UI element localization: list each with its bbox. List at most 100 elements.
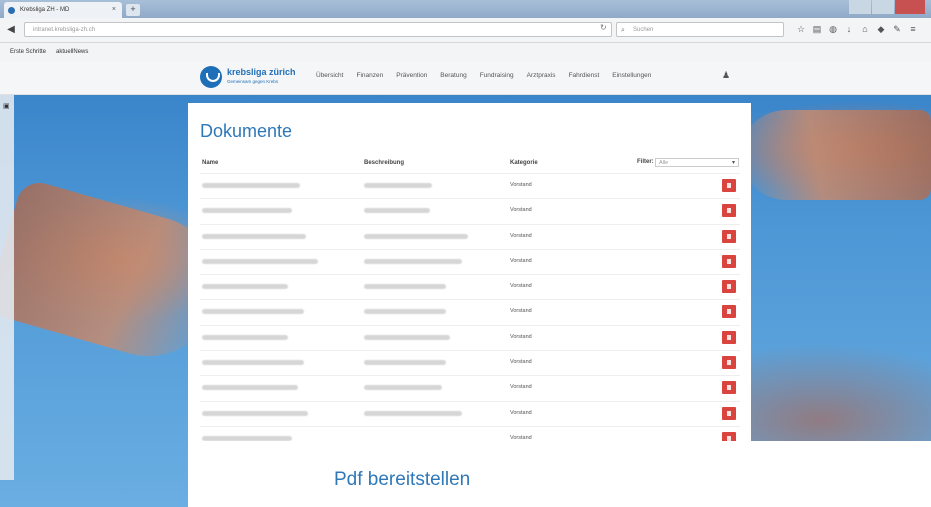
delete-button[interactable] [722,406,736,420]
browser-search-input[interactable]: ⌕ Suchen [616,22,784,37]
delete-button[interactable] [722,330,736,344]
maximize-button[interactable] [872,0,894,14]
table-row: Vorstand [200,198,740,223]
delete-button[interactable] [722,280,736,294]
reading-list-icon[interactable]: ▤ [812,22,822,36]
cell-name-blurred[interactable] [202,385,298,391]
delete-button[interactable] [722,356,736,370]
filter-label: Filter: [637,159,654,165]
new-tab-button[interactable]: + [126,4,140,16]
krebsliga-logo-icon[interactable] [200,66,222,88]
minimize-button[interactable] [849,0,871,14]
table-row: Vorstand [200,274,740,299]
table-row: Vorstand [200,324,740,350]
tab-close-icon[interactable]: × [112,6,116,13]
table-row: Vorstand [200,400,740,426]
delete-button[interactable] [722,229,736,243]
menu-icon[interactable]: ≡ [908,22,918,36]
cell-kategorie: Vorstand [510,257,532,264]
browser-navbar: ◀ intranet.krebsliga-zh.ch ↻ ⌕ Suchen ☆ … [0,18,931,43]
cell-beschreibung-blurred [364,284,446,290]
reload-icon[interactable]: ↻ [600,23,607,32]
bookmark-aktuell[interactable]: aktuellNews [56,49,88,55]
background-arm-right [741,110,931,200]
nav-finanzen[interactable]: Finanzen [356,72,383,79]
favicon-icon [8,7,15,14]
cell-beschreibung-blurred [364,360,446,366]
cell-kategorie: Vorstand [510,409,532,416]
cell-beschreibung-blurred [364,258,462,264]
delete-button[interactable] [722,305,736,319]
table-row: Vorstand [200,375,740,400]
nav-fahrdienst[interactable]: Fahrdienst [569,72,600,79]
table-row: Vorstand [200,248,740,274]
window-close-button[interactable] [895,0,925,14]
search-placeholder: Suchen [633,27,654,33]
tools-icon[interactable]: ✎ [892,22,902,36]
pocket-icon[interactable]: ◍ [828,22,838,36]
delete-button[interactable] [722,381,736,395]
user-icon[interactable]: ♟ [722,70,730,81]
cell-name-blurred[interactable] [202,233,306,239]
filter-value: Alle [659,160,669,166]
cell-name-blurred[interactable] [202,183,300,188]
column-header-kategorie: Kategorie [510,160,538,166]
site-header: krebsliga zürich Gemeinsam gegen Krebs Ü… [0,61,931,95]
tab-title: Krebsliga ZH - MD [20,7,70,13]
column-header-name: Name [202,160,219,166]
cell-beschreibung-blurred [364,183,432,188]
cell-beschreibung-blurred [364,334,450,340]
nav-einstellungen[interactable]: Einstellungen [612,72,651,79]
bookmarks-bar: Erste Schritte aktuellNews [0,43,931,62]
cell-kategorie: Vorstand [510,333,532,340]
page-title: Dokumente [200,121,293,141]
cell-kategorie: Vorstand [510,232,532,239]
delete-button[interactable] [722,204,736,218]
cell-name-blurred[interactable] [202,208,292,214]
cell-name-blurred[interactable] [202,360,304,366]
browser-titlebar: Krebsliga ZH - MD × + [0,0,931,18]
cell-kategorie: Vorstand [510,384,532,391]
cell-beschreibung-blurred [364,208,430,214]
browser-tab[interactable]: Krebsliga ZH - MD × [4,2,122,18]
delete-button[interactable] [722,254,736,268]
nav-beratung[interactable]: Beratung [440,72,466,79]
cell-beschreibung-blurred [364,410,462,416]
cell-name-blurred[interactable] [202,284,288,290]
bookmark-erste-schritte[interactable]: Erste Schritte [10,49,46,55]
cell-kategorie: Vorstand [510,207,532,214]
home-icon[interactable]: ⌂ [860,22,870,36]
nav-fundraising[interactable]: Fundraising [480,72,514,79]
cell-name-blurred[interactable] [202,258,318,264]
bookmark-star-icon[interactable]: ☆ [796,22,806,36]
background-window: ▣ [0,80,14,480]
window-icon: ▣ [3,103,10,110]
back-icon[interactable]: ◀ [4,23,18,37]
table-row: Vorstand [200,350,740,375]
main-nav: Übersicht Finanzen Prävention Beratung F… [316,72,664,79]
pdf-section-title: Pdf bereitstellen [334,469,471,490]
delete-button[interactable] [722,179,736,192]
cell-kategorie: Vorstand [510,283,532,290]
extension-icon[interactable]: ◆ [876,22,886,36]
table-row: Vorstand [200,173,740,198]
window-controls [848,0,925,14]
download-icon[interactable]: ↓ [844,22,854,36]
nav-arztpraxis[interactable]: Arztpraxis [527,72,556,79]
cell-kategorie: Vorstand [510,182,532,188]
cell-name-blurred[interactable] [202,334,288,340]
nav-uebersicht[interactable]: Übersicht [316,72,343,79]
filter-select[interactable]: Alle ▾ [655,158,739,167]
url-text: intranet.krebsliga-zh.ch [33,27,96,33]
toolbar-icons: ☆ ▤ ◍ ↓ ⌂ ◆ ✎ ≡ [796,22,924,36]
cell-name-blurred[interactable] [202,309,304,315]
table-row: Vorstand [200,299,740,324]
column-header-beschreibung: Beschreibung [364,160,405,166]
url-bar[interactable]: intranet.krebsliga-zh.ch [24,22,612,37]
search-icon: ⌕ [621,27,625,34]
nav-praevention[interactable]: Prävention [396,72,427,79]
logo-title[interactable]: krebsliga zürich [227,67,296,77]
cell-kategorie: Vorstand [510,308,532,315]
logo-subtitle: Gemeinsam gegen Krebs [227,79,279,84]
cell-name-blurred[interactable] [202,410,308,416]
